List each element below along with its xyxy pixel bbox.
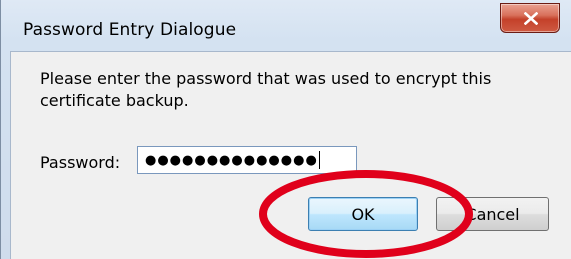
ok-button[interactable]: OK (308, 197, 418, 231)
text-caret (318, 151, 321, 169)
screenshot-stage: Password Entry Dialogue Please enter the… (0, 0, 571, 259)
close-button[interactable] (500, 3, 560, 33)
password-field[interactable]: ●●●●●●●●●●●●●● (137, 146, 357, 174)
password-label: Password: (40, 153, 121, 172)
cancel-button[interactable]: Cancel (436, 197, 549, 231)
password-masked-value: ●●●●●●●●●●●●●● (145, 152, 318, 168)
dialog-content-area: Please enter the password that was used … (10, 51, 571, 259)
cancel-button-label: Cancel (465, 204, 520, 224)
instruction-message: Please enter the password that was used … (40, 69, 492, 110)
password-entry-dialog-window: Password Entry Dialogue Please enter the… (0, 0, 571, 259)
ok-button-label: OK (351, 204, 375, 224)
close-x-icon (524, 12, 538, 25)
window-title: Password Entry Dialogue (23, 20, 237, 40)
title-bar: Password Entry Dialogue (1, 0, 571, 55)
